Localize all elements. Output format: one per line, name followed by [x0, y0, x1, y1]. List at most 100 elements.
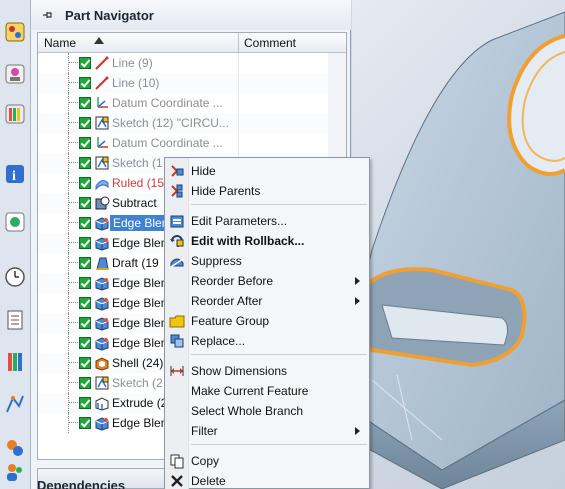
- menu-item-edit-parameters[interactable]: Edit Parameters...: [165, 211, 369, 231]
- svg-text:i: i: [12, 169, 16, 184]
- visibility-checkbox[interactable]: [79, 417, 91, 429]
- menu-item-make-current-feature[interactable]: Make Current Feature: [165, 381, 369, 401]
- visibility-checkbox[interactable]: [79, 217, 91, 229]
- copy-icon: [169, 453, 185, 469]
- feature-label: Edge Blen: [112, 316, 168, 330]
- menu-item-label: Reorder After: [191, 294, 263, 308]
- feature-label: Edge Blen: [112, 296, 168, 310]
- menu-item-label: Delete: [191, 474, 226, 488]
- menu-item-label: Replace...: [191, 334, 246, 348]
- menu-item-hide-parents[interactable]: Hide Parents: [165, 181, 369, 201]
- tree-row[interactable]: Datum Coordinate ...: [38, 93, 346, 113]
- menu-item-feature-group[interactable]: Feature Group: [165, 311, 369, 331]
- visibility-checkbox[interactable]: [79, 177, 91, 189]
- visibility-checkbox[interactable]: [79, 197, 91, 209]
- feature-label: Sketch (1: [112, 156, 163, 170]
- feature-label: Sketch (12) "CIRCU...: [112, 116, 229, 130]
- menu-item-edit-with-rollback[interactable]: Edit with Rollback...: [165, 231, 369, 251]
- edge-blend-icon: [94, 235, 110, 251]
- comment-cell: [238, 53, 326, 73]
- datum-csys-icon: [94, 135, 110, 151]
- system-materials-icon[interactable]: [3, 350, 27, 374]
- menu-item-label: Hide: [191, 164, 216, 178]
- visibility-checkbox[interactable]: [79, 117, 91, 129]
- menu-item-show-dimensions[interactable]: Show Dimensions: [165, 361, 369, 381]
- visibility-checkbox[interactable]: [79, 237, 91, 249]
- visibility-checkbox[interactable]: [79, 97, 91, 109]
- datum-csys-icon: [94, 95, 110, 111]
- tree-row[interactable]: Line (9): [38, 53, 346, 73]
- visibility-checkbox[interactable]: [79, 77, 91, 89]
- visibility-checkbox[interactable]: [79, 137, 91, 149]
- navigator-header: Part Navigator: [31, 0, 351, 30]
- comment-cell: [238, 113, 326, 133]
- hide-icon: [169, 163, 185, 179]
- visibility-checkbox[interactable]: [79, 57, 91, 69]
- feature-label: Edge Blen: [112, 276, 168, 290]
- sort-ascending-icon: [94, 37, 104, 44]
- hide-parents-icon: [169, 183, 185, 199]
- feature-label: Shell (24): [112, 356, 164, 370]
- manufacturing-wizard-icon[interactable]: [3, 436, 27, 460]
- tree-row[interactable]: Datum Coordinate ...: [38, 133, 346, 153]
- reuse-library-icon[interactable]: i: [3, 162, 27, 186]
- constraint-navigator-icon[interactable]: [3, 62, 27, 86]
- hd3d-tools-icon[interactable]: [3, 210, 27, 234]
- menu-item-delete[interactable]: Delete: [165, 471, 369, 489]
- tree-row[interactable]: Sketch (12) "CIRCU...: [38, 113, 346, 133]
- visibility-checkbox[interactable]: [79, 397, 91, 409]
- visibility-checkbox[interactable]: [79, 277, 91, 289]
- column-header-name[interactable]: Name: [44, 36, 76, 50]
- line-icon: [94, 75, 110, 91]
- navigator-title: Part Navigator: [65, 8, 154, 23]
- submenu-arrow-icon: [355, 297, 360, 305]
- menu-item-label: Hide Parents: [191, 184, 261, 198]
- menu-item-label: Make Current Feature: [191, 384, 309, 398]
- draft-icon: [94, 255, 110, 271]
- comment-cell: [238, 73, 326, 93]
- sketch-icon: [94, 115, 110, 131]
- feature-label: Edge Blen: [110, 215, 172, 231]
- visibility-checkbox[interactable]: [79, 297, 91, 309]
- process-studio-icon[interactable]: [3, 392, 27, 416]
- menu-item-replace[interactable]: Replace...: [165, 331, 369, 351]
- edit-rollback-icon: [169, 233, 185, 249]
- edge-blend-icon: [94, 295, 110, 311]
- delete-icon: [169, 473, 185, 489]
- menu-item-reorder-before[interactable]: Reorder Before: [165, 271, 369, 291]
- visibility-checkbox[interactable]: [79, 377, 91, 389]
- menu-item-suppress[interactable]: Suppress: [165, 251, 369, 271]
- roles-icon[interactable]: [3, 460, 27, 484]
- feature-label: Datum Coordinate ...: [112, 136, 223, 150]
- menu-item-label: Reorder Before: [191, 274, 274, 288]
- menu-item-hide[interactable]: Hide: [165, 161, 369, 181]
- graphics-window[interactable]: [352, 0, 565, 489]
- feature-label: Sketch (2: [112, 376, 163, 390]
- submenu-arrow-icon: [355, 277, 360, 285]
- column-header-comment[interactable]: Comment: [244, 36, 296, 50]
- visibility-checkbox[interactable]: [79, 357, 91, 369]
- sketch-icon: [94, 155, 110, 171]
- suppress-icon: [169, 253, 185, 269]
- visibility-checkbox[interactable]: [79, 337, 91, 349]
- part-navigator-icon[interactable]: [3, 102, 27, 126]
- edge-blend-icon: [94, 215, 110, 231]
- menu-item-label: Edit with Rollback...: [191, 234, 305, 248]
- assembly-navigator-icon[interactable]: [3, 20, 27, 44]
- visibility-checkbox[interactable]: [79, 257, 91, 269]
- menu-item-select-whole-branch[interactable]: Select Whole Branch: [165, 401, 369, 421]
- tree-header: Name Comment: [38, 33, 346, 53]
- web-browser-icon[interactable]: [3, 265, 27, 289]
- history-icon[interactable]: [3, 308, 27, 332]
- menu-item-reorder-after[interactable]: Reorder After: [165, 291, 369, 311]
- tree-row[interactable]: Line (10): [38, 73, 346, 93]
- pin-icon[interactable]: [41, 9, 53, 21]
- visibility-checkbox[interactable]: [79, 317, 91, 329]
- menu-item-filter[interactable]: Filter: [165, 421, 369, 441]
- edge-blend-icon: [94, 275, 110, 291]
- context-menu: Hide Hide Parents Edit Parameters... Edit w…: [164, 157, 370, 489]
- menu-item-copy[interactable]: Copy: [165, 451, 369, 471]
- sketch-icon: [94, 375, 110, 391]
- feature-label: Draft (19: [112, 256, 159, 270]
- visibility-checkbox[interactable]: [79, 157, 91, 169]
